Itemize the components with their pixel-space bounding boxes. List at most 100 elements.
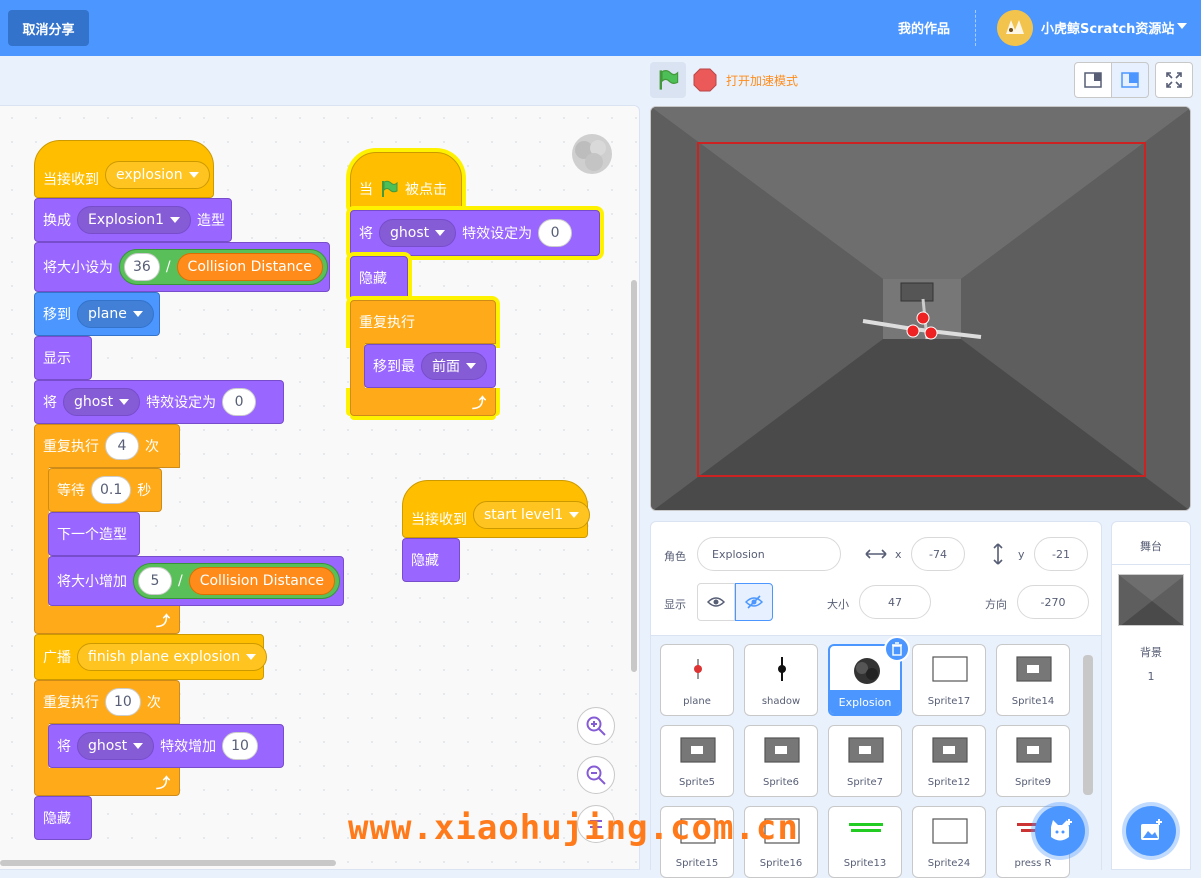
forever-block-arm [350, 343, 365, 389]
account-name[interactable]: 小虎鲸Scratch资源站 [1041, 18, 1174, 37]
collision-distance-variable[interactable]: Collision Distance [188, 567, 336, 595]
zoom-in-button[interactable] [577, 707, 615, 745]
sprite-tile-label: Sprite24 [927, 858, 971, 869]
block-label: 特效设定为 [146, 395, 217, 411]
small-stage-button[interactable] [1074, 62, 1112, 98]
sprite-tile[interactable]: Sprite5 [660, 725, 734, 797]
number-input[interactable]: 10 [105, 688, 141, 716]
effect-dropdown[interactable]: ghost [379, 219, 457, 247]
sprite-tile[interactable]: Sprite17 [912, 644, 986, 716]
sprite-tile[interactable]: Sprite13 [828, 806, 902, 878]
sprite-tile[interactable]: plane [660, 644, 734, 716]
stage-panel-title: 舞台 [1140, 540, 1162, 553]
change-size-block[interactable]: 将大小增加 5 / Collision Distance [48, 556, 344, 606]
set-effect-block[interactable]: 将 ghost 特效设定为 0 [34, 380, 284, 424]
number-input[interactable]: 5 [138, 567, 172, 595]
sprite-tile[interactable]: Explosion [828, 636, 910, 716]
current-sprite-thumbnail-icon [572, 134, 612, 174]
turbo-mode-toggle[interactable]: 打开加速模式 [726, 72, 798, 89]
goto-block[interactable]: 移到 plane [34, 292, 160, 336]
block-label: 重复执行 [359, 315, 415, 331]
fullscreen-button[interactable] [1155, 62, 1193, 98]
show-sprite-button[interactable] [697, 583, 735, 621]
repeat-block[interactable]: 重复执行 10 次 [34, 680, 180, 724]
sprite-tile-label: Sprite5 [678, 777, 716, 788]
x-position-input[interactable]: -74 [911, 537, 965, 571]
chevron-down-icon[interactable] [1177, 23, 1187, 29]
my-works-link[interactable]: 我的作品 [898, 18, 950, 37]
sprite-tile[interactable]: shadow [744, 644, 818, 716]
size-input[interactable]: 47 [859, 585, 931, 619]
divide-operator-block[interactable]: 36 / Collision Distance [119, 249, 328, 285]
costume-dropdown[interactable]: Explosion1 [77, 206, 192, 234]
effect-dropdown[interactable]: ghost [63, 388, 141, 416]
choose-backdrop-button[interactable] [1126, 806, 1176, 856]
block-label: 等待 [57, 483, 85, 499]
workspace-horizontal-scrollbar[interactable] [0, 860, 336, 866]
broadcast-block[interactable]: 广播 finish plane explosion [34, 634, 268, 680]
choose-sprite-button[interactable] [1035, 806, 1085, 856]
sprite-tile[interactable]: Sprite12 [912, 725, 986, 797]
operator-symbol: / [165, 259, 171, 275]
goto-target-dropdown[interactable]: plane [77, 300, 154, 328]
image-add-icon [1141, 819, 1162, 840]
show-block[interactable]: 显示 [34, 336, 92, 380]
sprite-tile[interactable]: Sprite7 [828, 725, 902, 797]
switch-costume-block[interactable]: 换成 Explosion1 造型 [34, 198, 232, 242]
hide-block[interactable]: 隐藏 [350, 256, 408, 300]
forever-block[interactable]: 重复执行 [350, 300, 496, 344]
block-label: 移到最 [373, 359, 415, 375]
effect-dropdown[interactable]: ghost [77, 732, 155, 760]
when-receive-hat-block[interactable]: 当接收到 start level1 [402, 480, 591, 538]
change-effect-block[interactable]: 将 ghost 特效增加 10 [48, 724, 284, 768]
stage-canvas[interactable] [650, 106, 1191, 511]
divide-operator-block[interactable]: 5 / Collision Distance [133, 563, 341, 599]
block-label: 隐藏 [359, 271, 387, 287]
set-effect-block[interactable]: 将 ghost 特效设定为 0 [350, 210, 600, 256]
number-input[interactable]: 0 [538, 219, 573, 247]
stop-sign-icon[interactable] [693, 68, 717, 92]
cancel-share-button[interactable]: 取消分享 [8, 10, 89, 46]
hide-block[interactable]: 隐藏 [402, 538, 460, 582]
sprite-name-input[interactable]: Explosion [697, 537, 841, 571]
sprite-tile[interactable]: Sprite24 [912, 806, 986, 878]
green-flag-button[interactable] [650, 62, 686, 98]
number-input[interactable]: 0 [222, 388, 257, 416]
repeat-block[interactable]: 重复执行 4 次 [34, 424, 180, 468]
message-dropdown[interactable]: explosion [105, 161, 210, 189]
go-to-front-block[interactable]: 移到最 前面 [364, 344, 496, 388]
layer-dropdown[interactable]: 前面 [421, 352, 487, 380]
stage-thumbnail[interactable] [1118, 574, 1184, 626]
sprite-list-scrollbar[interactable] [1083, 655, 1093, 795]
block-label: 重复执行 [43, 695, 99, 711]
next-costume-block[interactable]: 下一个造型 [48, 512, 140, 556]
number-input[interactable]: 0.1 [91, 476, 132, 504]
set-size-block[interactable]: 将大小设为 36 / Collision Distance [34, 242, 330, 292]
sprite-tile-label: Sprite17 [927, 696, 971, 707]
sprite-tile[interactable]: Sprite14 [996, 644, 1070, 716]
delete-sprite-button[interactable] [884, 636, 910, 662]
block-label: 隐藏 [411, 553, 439, 569]
message-dropdown[interactable]: start level1 [473, 501, 591, 529]
direction-input[interactable]: -270 [1017, 585, 1089, 619]
number-input[interactable]: 4 [105, 432, 139, 460]
sprite-thumbnail [931, 817, 969, 845]
number-input[interactable]: 10 [222, 732, 258, 760]
y-position-input[interactable]: -21 [1034, 537, 1088, 571]
sprite-tile-label: Sprite12 [927, 777, 971, 788]
collision-distance-variable[interactable]: Collision Distance [176, 253, 323, 281]
sprite-tile[interactable]: Sprite6 [744, 725, 818, 797]
avatar[interactable] [997, 10, 1033, 46]
hide-sprite-button[interactable] [735, 583, 773, 621]
wait-block[interactable]: 等待 0.1 秒 [48, 468, 162, 512]
workspace-vertical-scrollbar[interactable] [631, 280, 637, 672]
broadcast-message-dropdown[interactable]: finish plane explosion [77, 643, 268, 671]
number-input[interactable]: 36 [124, 253, 160, 281]
large-stage-button[interactable] [1111, 62, 1149, 98]
when-flag-clicked-hat-block[interactable]: 当 被点击 [350, 152, 462, 210]
y-label: y [1018, 548, 1025, 561]
sprite-tile[interactable]: Sprite9 [996, 725, 1070, 797]
when-receive-hat-block[interactable]: 当接收到 explosion [34, 140, 214, 198]
zoom-out-button[interactable] [577, 756, 615, 794]
hide-block[interactable]: 隐藏 [34, 796, 92, 840]
